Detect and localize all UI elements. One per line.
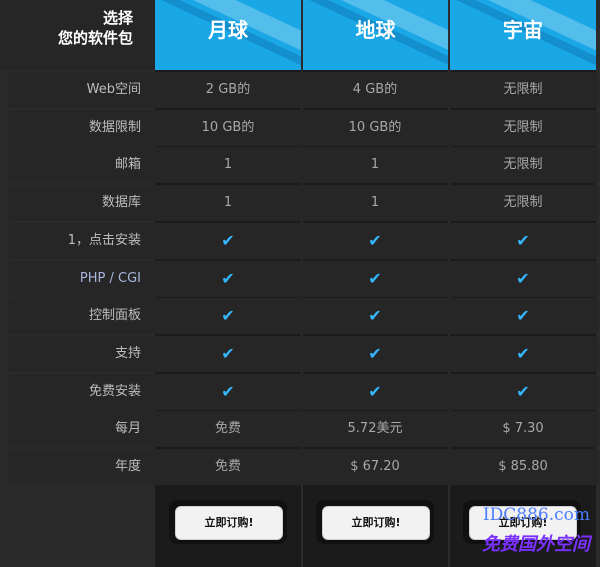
- feature-value: 无限制: [503, 195, 543, 211]
- feature-row: Web空间 2 GB的 4 GB的 无限制: [8, 72, 598, 108]
- feature-row: 支持 ✔ ✔ ✔: [8, 335, 598, 372]
- check-icon: ✔: [516, 268, 530, 288]
- title-line-2: 您的软件包: [57, 29, 133, 47]
- order-button[interactable]: 立即订购!: [175, 506, 283, 540]
- feature-value: 免费: [214, 459, 241, 474]
- plan-name: 月球: [208, 18, 248, 42]
- feature-value: $ 7.30: [502, 421, 544, 437]
- feature-value: 10 GB的: [348, 119, 402, 135]
- check-icon: ✔: [368, 230, 382, 250]
- feature-label: 邮箱: [114, 157, 141, 173]
- check-icon: ✔: [516, 343, 530, 363]
- check-icon: ✔: [368, 381, 382, 401]
- feature-value: 10 GB的: [201, 119, 255, 135]
- order-button[interactable]: 立即订购!: [322, 506, 430, 540]
- check-icon: ✔: [221, 230, 235, 250]
- feature-label: 年度: [114, 459, 141, 474]
- feature-row: 免费安装 ✔ ✔ ✔: [8, 373, 598, 410]
- feature-row: 数据限制 10 GB的 10 GB的 无限制: [8, 109, 598, 146]
- check-icon: ✔: [221, 381, 235, 401]
- check-icon: ✔: [368, 306, 382, 326]
- feature-value: 无限制: [503, 157, 543, 173]
- feature-value: 无限制: [503, 119, 543, 135]
- feature-value: 2 GB的: [205, 82, 251, 97]
- title-line-1: 选择: [102, 9, 133, 27]
- feature-value: 5.72美元: [347, 421, 403, 437]
- feature-row: 年度 免费 $ 67.20 $ 85.80: [8, 449, 598, 485]
- feature-label: 数据限制: [88, 119, 141, 135]
- feature-value: $ 85.80: [498, 459, 548, 474]
- watermark-domain: IDC886.com: [482, 505, 590, 525]
- order-button-wrapper-earth: 立即订购!: [316, 500, 434, 544]
- feature-row: 数据库 1 1 无限制: [8, 185, 598, 222]
- plan-header-earth: 地球: [303, 0, 448, 70]
- feature-row: 控制面板 ✔ ✔ ✔: [8, 298, 598, 335]
- check-icon: ✔: [368, 268, 382, 288]
- feature-row: 1，点击安装 ✔ ✔ ✔: [8, 222, 598, 259]
- plan-header-universe: 宇宙: [450, 0, 596, 70]
- plan-header-moon: 月球: [155, 0, 301, 70]
- feature-label: 每月: [114, 421, 141, 437]
- check-icon: ✔: [221, 306, 235, 326]
- feature-row: PHP / CGI ✔ ✔ ✔: [8, 260, 598, 297]
- feature-value: 4 GB的: [352, 82, 398, 97]
- check-icon: ✔: [516, 306, 530, 326]
- feature-row: 邮箱 1 1 无限制: [8, 147, 598, 184]
- feature-row: 每月 免费 5.72美元 $ 7.30: [8, 411, 598, 448]
- plan-name: 地球: [355, 18, 396, 42]
- plan-name: 宇宙: [503, 18, 543, 42]
- feature-value: 1: [370, 157, 380, 173]
- watermark-text: 免费国外空间: [482, 534, 590, 555]
- feature-label: PHP / CGI: [79, 270, 141, 286]
- feature-value: 1: [223, 195, 233, 211]
- check-icon: ✔: [221, 268, 235, 288]
- check-icon: ✔: [516, 230, 530, 250]
- feature-label: 数据库: [101, 195, 141, 211]
- package-title-box: 选择 您的软件包: [0, 0, 155, 70]
- feature-value: 1: [223, 157, 233, 173]
- order-button-wrapper-moon: 立即订购!: [169, 500, 287, 544]
- package-title: 选择 您的软件包: [58, 8, 133, 48]
- feature-value: 免费: [214, 421, 241, 437]
- feature-label: 免费安装: [88, 383, 141, 399]
- feature-value: 1: [370, 195, 380, 211]
- feature-label: 支持: [114, 345, 141, 361]
- feature-label: Web空间: [86, 82, 141, 97]
- feature-value: 无限制: [503, 82, 543, 97]
- check-icon: ✔: [368, 343, 382, 363]
- check-icon: ✔: [221, 343, 235, 363]
- feature-label: 1，点击安装: [67, 232, 141, 248]
- feature-label: 控制面板: [88, 308, 141, 324]
- feature-value: $ 67.20: [350, 459, 400, 474]
- check-icon: ✔: [516, 381, 530, 401]
